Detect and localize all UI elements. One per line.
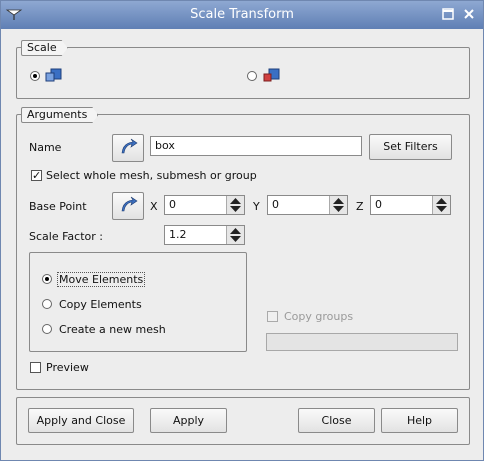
scale-mode-2-icon [263,68,280,82]
window-title: Scale Transform [190,7,294,22]
apply-and-close-button[interactable]: Apply and Close [28,408,134,433]
scale-factor-value: 1.2 [169,228,187,241]
preview-label: Preview [46,361,89,374]
select-mesh-button[interactable] [112,134,144,162]
base-point-label: Base Point [29,200,87,213]
scale-factor-label: Scale Factor : [29,230,103,243]
base-point-select-button[interactable] [112,192,144,220]
scale-transform-dialog: Scale Transform Scale Arguments Name box… [0,0,484,461]
set-filters-button[interactable]: Set Filters [369,134,452,160]
create-new-mesh-radio[interactable] [42,324,52,334]
z-spinbox[interactable]: 0 [370,195,451,215]
scale-factor-spinbox[interactable]: 1.2 [164,225,245,245]
copy-elements-radio[interactable] [42,299,52,309]
x-spinbox[interactable]: 0 [164,195,245,215]
move-elements-label[interactable]: Move Elements [57,272,146,287]
spin-arrows-icon[interactable] [432,196,450,214]
y-spinbox[interactable]: 0 [267,195,348,215]
x-value: 0 [169,198,176,211]
close-button[interactable]: Close [298,408,375,433]
selection-arrow-icon [121,196,138,212]
close-window-icon[interactable] [462,7,476,21]
scale-mode-1-icon [45,68,62,82]
x-label: X [150,200,158,213]
spin-arrows-icon[interactable] [226,226,244,244]
move-elements-radio[interactable] [42,274,52,284]
y-value: 0 [272,198,279,211]
selection-arrow-icon [121,138,138,154]
select-whole-label: Select whole mesh, submesh or group [46,169,257,182]
name-label: Name [29,141,62,154]
copy-groups-label: Copy groups [284,310,354,323]
name-field[interactable]: box [150,136,362,156]
apply-button[interactable]: Apply [150,408,227,433]
help-button[interactable]: Help [381,408,458,433]
create-new-mesh-label[interactable]: Create a new mesh [59,323,166,336]
arguments-group-title: Arguments [21,107,98,123]
scale-mode-1-radio[interactable] [30,71,40,81]
select-whole-checkbox[interactable]: ✓ [31,170,42,181]
scale-mode-2-radio[interactable] [247,71,257,81]
copy-groups-checkbox[interactable] [267,311,278,322]
maximize-icon[interactable] [441,7,455,21]
spin-arrows-icon[interactable] [226,196,244,214]
scale-group [16,47,470,99]
copy-elements-label[interactable]: Copy Elements [59,298,142,311]
new-mesh-name-field[interactable] [266,333,458,351]
scale-group-title: Scale [21,40,68,56]
spin-arrows-icon[interactable] [329,196,347,214]
z-value: 0 [375,198,382,211]
y-label: Y [253,200,260,213]
preview-checkbox[interactable] [30,362,41,373]
z-label: Z [356,200,364,213]
title-bar: Scale Transform [1,1,483,29]
